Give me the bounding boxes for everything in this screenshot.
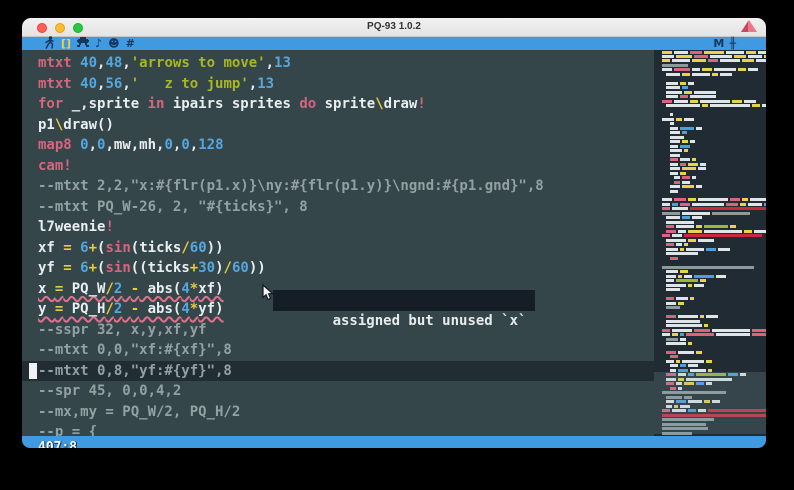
minimap-row — [654, 328, 766, 332]
minimap-row — [654, 104, 766, 108]
titlebar[interactable]: PQ-93 1.0.2 — [22, 18, 766, 37]
minimap[interactable] — [654, 50, 766, 436]
map-editor-icon[interactable]: # — [126, 37, 135, 50]
text-cursor — [29, 362, 37, 379]
editor-tabs: [] ♪ ☻ # — [44, 35, 135, 50]
code-line[interactable]: --mtxt 0,0,"xf:#{xf}",8 — [22, 340, 654, 361]
code-line[interactable]: l7weenie! — [22, 217, 654, 238]
lint-tooltip-text: assigned but unused `x` — [332, 313, 527, 329]
toolbar-right: M ╫ — [713, 37, 736, 50]
toolbar: [] ♪ ☻ # M ╫ — [22, 35, 766, 50]
app-window: PQ-93 1.0.2 [] ♪ ☻ # M ╫ mtxt 40,48,'arr… — [22, 18, 766, 448]
code-line[interactable]: xf = 6+(sin(ticks/60)) — [22, 238, 654, 259]
cursor-position: 407:8 — [38, 440, 78, 448]
play-triangle-icon[interactable] — [741, 20, 757, 32]
code-line[interactable]: cam! — [22, 156, 654, 177]
code-line[interactable]: mtxt 40,48,'arrows to move',13 — [22, 53, 654, 74]
code-line[interactable]: for _,sprite in ipairs sprites do sprite… — [22, 94, 654, 115]
window-title: PQ-93 1.0.2 — [367, 21, 421, 32]
code-line[interactable]: --mx,my = PQ_W/2, PQ_H/2 — [22, 402, 654, 423]
desktop: PQ-93 1.0.2 [] ♪ ☻ # M ╫ mtxt 40,48,'arr… — [0, 0, 794, 490]
mouse-cursor-icon — [262, 284, 275, 301]
code-line[interactable]: --mtxt 0,8,"yf:#{yf}",8 — [22, 360, 654, 381]
minimap-viewport[interactable] — [654, 372, 766, 434]
code-line[interactable]: --mtxt PQ_W-26, 2, "#{ticks}", 8 — [22, 197, 654, 218]
minimap-toggle-icon[interactable]: M — [713, 37, 724, 50]
tab-code-editor[interactable]: [] — [61, 37, 71, 50]
code-line[interactable]: --spr 45, 0,0,4,2 — [22, 381, 654, 402]
code-lines: mtxt 40,48,'arrows to move',13 mtxt 40,56… — [22, 53, 654, 436]
editor-main: mtxt 40,48,'arrows to move',13 mtxt 40,56… — [22, 50, 766, 436]
code-editor[interactable]: mtxt 40,48,'arrows to move',13 mtxt 40,56… — [22, 50, 654, 436]
code-line[interactable]: mtxt 40,56,' z to jump',13 — [22, 74, 654, 95]
lint-tooltip: assigned but unused `x` — [273, 290, 536, 329]
code-line[interactable]: map8 0,0,mw,mh,0,0,128 — [22, 135, 654, 156]
code-line[interactable]: yf = 6+(sin((ticks+30)/60)) — [22, 258, 654, 279]
code-line[interactable]: --p = { — [22, 422, 654, 436]
statusbar: 407:8 — [22, 436, 766, 448]
face-icon[interactable]: ☻ — [108, 37, 119, 50]
code-line[interactable]: p1\draw() — [22, 115, 654, 136]
sound-editor-icon[interactable]: ♪ — [95, 37, 102, 50]
sprite-editor-icon[interactable] — [77, 37, 90, 50]
grid-toggle-icon[interactable]: ╫ — [729, 37, 736, 50]
code-line[interactable]: --mtxt 2,2,"x:#{flr(p1.x)}\ny:#{flr(p1.y… — [22, 176, 654, 197]
